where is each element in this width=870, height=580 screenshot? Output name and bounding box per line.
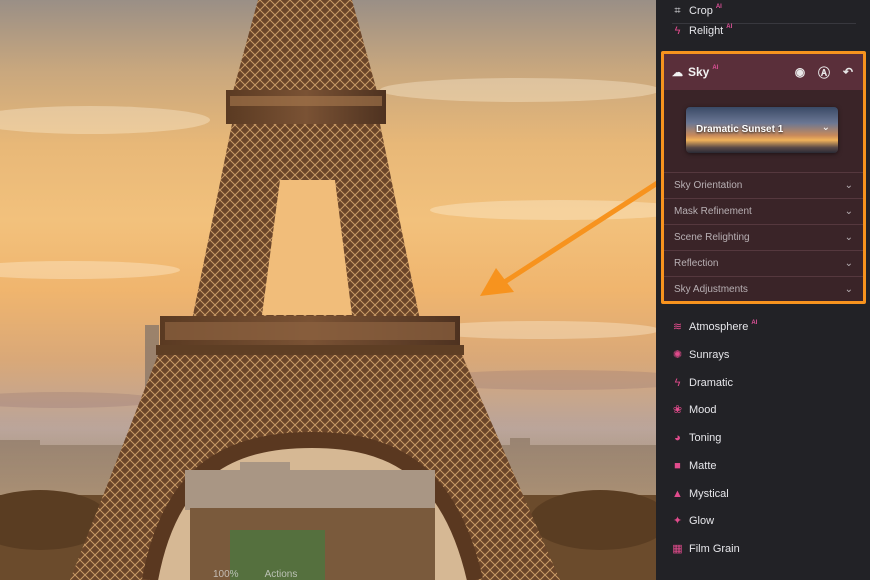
chevron-down-icon: ⌄	[844, 258, 853, 269]
cloud-icon: ☁	[672, 66, 683, 79]
tool-label: Toning	[689, 432, 722, 444]
tool-dramatic[interactable]: ϟ Dramatic	[672, 373, 733, 393]
tool-label: Sunrays	[689, 349, 730, 361]
section-sky-orientation[interactable]: Sky Orientation ⌄	[664, 172, 863, 198]
sky-preset-dropdown[interactable]: Dramatic Sunset 1 ⌄	[686, 107, 838, 153]
tool-label: Mood	[689, 404, 717, 416]
reset-undo-icon[interactable]: ↶	[841, 65, 855, 79]
tool-atmosphere[interactable]: ≋ Atmosphere AI	[672, 317, 757, 337]
tool-mystical[interactable]: ▲ Mystical	[672, 484, 729, 504]
tool-label: Crop	[689, 5, 713, 17]
section-label: Scene Relighting	[674, 232, 750, 243]
tool-toning[interactable]: ◕ Toning	[672, 428, 721, 448]
sunrays-icon: ✺	[672, 348, 683, 361]
mystical-icon: ▲	[672, 487, 683, 500]
atmosphere-icon: ≋	[672, 320, 683, 333]
chevron-down-icon: ⌄	[844, 206, 853, 217]
tool-label: Film Grain	[689, 543, 740, 555]
chevron-down-icon: ⌄	[844, 180, 853, 191]
chevron-down-icon: ⌄	[844, 284, 853, 295]
tool-matte[interactable]: ■ Matte	[672, 456, 717, 476]
toning-icon: ◕	[674, 431, 681, 444]
tool-label: Relight	[689, 25, 724, 37]
glow-icon: ✦	[672, 514, 683, 527]
tool-label: Glow	[689, 515, 715, 527]
annotation-arrow	[480, 180, 656, 296]
sky-preset-label: Dramatic Sunset 1	[696, 124, 784, 135]
tool-crop[interactable]: ⌗ Crop AI	[672, 1, 722, 21]
section-label: Sky Orientation	[674, 180, 743, 191]
sky-tool-card: ☁ Sky AI ◉ Ⓐ ↶ Dramatic Sunset 1 ⌄ Sky O…	[661, 51, 866, 304]
sky-title: Sky	[688, 65, 710, 79]
ai-badge: AI	[715, 4, 722, 10]
ai-badge: AI	[712, 65, 719, 71]
ai-badge: AI	[726, 24, 733, 30]
mood-icon: ❀	[672, 403, 683, 416]
tool-mood[interactable]: ❀ Mood	[672, 400, 717, 420]
section-mask-refinement[interactable]: Mask Refinement ⌄	[664, 198, 863, 224]
tool-relight[interactable]: ϟ Relight AI	[672, 21, 733, 41]
tool-label: Matte	[689, 460, 717, 472]
section-label: Reflection	[674, 258, 719, 269]
section-label: Mask Refinement	[674, 206, 752, 217]
relight-icon: ϟ	[674, 24, 681, 37]
chevron-down-icon: ⌄	[844, 232, 853, 243]
visibility-eye-icon[interactable]: ◉	[793, 65, 807, 79]
section-reflection[interactable]: Reflection ⌄	[664, 250, 863, 276]
tool-sunrays[interactable]: ✺ Sunrays	[672, 345, 729, 365]
matte-icon: ■	[674, 459, 681, 472]
crop-icon: ⌗	[674, 4, 681, 17]
film-grain-icon: ▦	[672, 542, 683, 555]
tool-label: Mystical	[689, 488, 729, 500]
tool-label: Dramatic	[689, 377, 734, 389]
sky-header[interactable]: ☁ Sky AI ◉ Ⓐ ↶	[664, 54, 863, 90]
section-sky-adjustments[interactable]: Sky Adjustments ⌄	[664, 276, 863, 301]
photo-canvas[interactable]: 100% Actions	[0, 0, 656, 580]
mask-brush-icon[interactable]: Ⓐ	[817, 65, 831, 80]
tool-film-grain[interactable]: ▦ Film Grain	[672, 539, 740, 559]
section-label: Sky Adjustments	[674, 284, 748, 295]
tool-label: Atmosphere	[689, 321, 749, 333]
dramatic-icon: ϟ	[674, 376, 681, 389]
ai-badge: AI	[751, 320, 758, 326]
tool-glow[interactable]: ✦ Glow	[672, 511, 714, 531]
section-scene-relighting[interactable]: Scene Relighting ⌄	[664, 224, 863, 250]
chevron-down-icon: ⌄	[821, 122, 830, 133]
